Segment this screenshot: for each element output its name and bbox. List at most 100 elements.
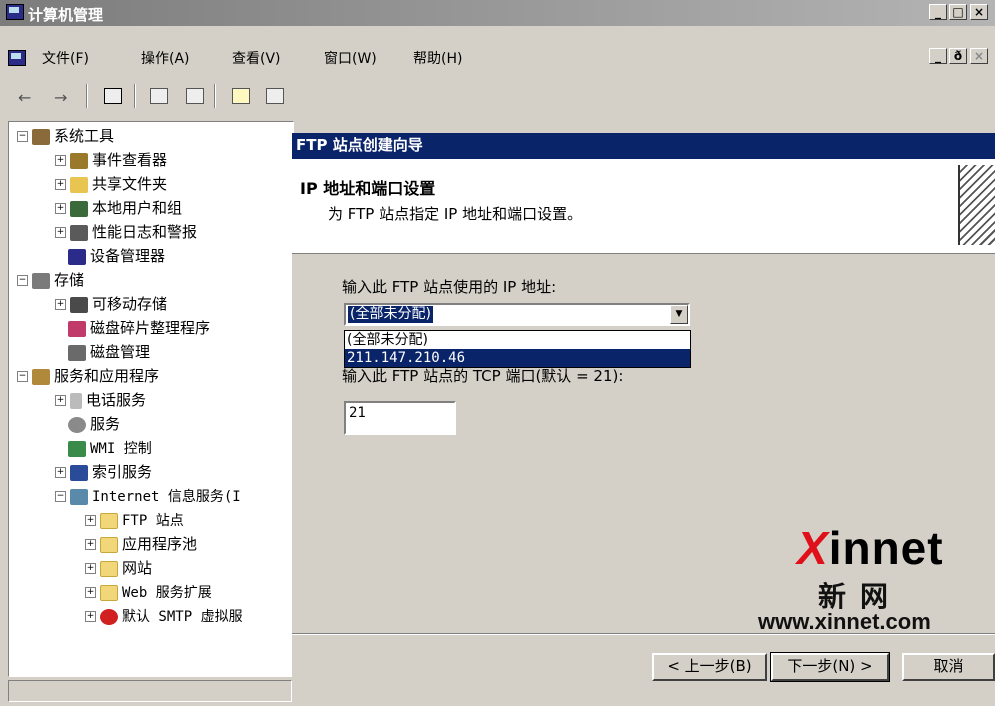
users-groups-icon [70, 200, 88, 217]
services-icon [68, 416, 86, 433]
wizard-header-title: IP 地址和端口设置 [300, 179, 436, 198]
wizard-title-bar[interactable]: FTP 站点创建向导 [292, 133, 995, 159]
folder-icon [100, 584, 118, 601]
tree-item-services[interactable]: 服务 [68, 413, 120, 437]
tcp-port-label: 输入此 FTP 站点的 TCP 端口(默认 = 21): [342, 367, 624, 385]
expand-icon[interactable]: + [85, 611, 96, 622]
back-button[interactable]: < 上一步(B) [652, 653, 767, 681]
window-title-bar[interactable]: 计算机管理 _ □ × [0, 0, 995, 26]
menu-help[interactable]: 帮助(H) [413, 48, 462, 68]
tree-item-indexing-service[interactable]: + 索引服务 [55, 461, 152, 485]
tree-item-storage[interactable]: − 存储 [17, 269, 84, 293]
chevron-down-icon[interactable]: ▼ [670, 305, 688, 324]
tree-item-label: 事件查看器 [92, 151, 168, 169]
tree-item-label: 系统工具 [54, 127, 115, 145]
tree-item-ftp-sites[interactable]: + FTP 站点 [85, 509, 184, 533]
console-menu-icon[interactable] [8, 50, 26, 66]
show-hide-tree-icon[interactable] [104, 88, 122, 104]
expand-icon[interactable]: + [55, 467, 66, 478]
maximize-button[interactable]: □ [949, 4, 967, 20]
tree-item-system-tools[interactable]: − 系统工具 [17, 125, 114, 149]
removable-storage-icon [70, 296, 88, 313]
properties-icon[interactable] [150, 88, 168, 104]
tree-item-label: 存储 [54, 271, 85, 289]
tree-item-local-users[interactable]: + 本地用户和组 [55, 197, 182, 221]
ip-option-all-unassigned[interactable]: (全部未分配) [345, 331, 690, 349]
mdi-close-button[interactable]: × [970, 48, 988, 64]
tree-item-performance-logs[interactable]: + 性能日志和警报 [55, 221, 197, 245]
close-button[interactable]: × [970, 4, 988, 20]
expand-icon[interactable]: + [55, 179, 66, 190]
collapse-icon[interactable]: − [17, 371, 28, 382]
tree-item-label: 本地用户和组 [92, 199, 183, 217]
tree-item-telephony[interactable]: + 电话服务 [55, 389, 146, 413]
expand-icon[interactable]: + [85, 587, 96, 598]
indexing-service-icon [70, 464, 88, 481]
menu-action[interactable]: 操作(A) [141, 48, 190, 68]
tree-item-iis[interactable]: − Internet 信息服务(I [55, 485, 241, 509]
tree-item-app-pools[interactable]: + 应用程序池 [85, 533, 197, 557]
expand-icon[interactable]: + [55, 395, 66, 406]
tree-item-shared-folders[interactable]: + 共享文件夹 [55, 173, 167, 197]
tree-item-disk-management[interactable]: 磁盘管理 [68, 341, 150, 365]
ip-address-label: 输入此 FTP 站点使用的 IP 地址: [342, 278, 557, 296]
tree-item-event-viewer[interactable]: + 事件查看器 [55, 149, 167, 173]
tree-item-label: 服务和应用程序 [54, 367, 160, 385]
tree-item-device-manager[interactable]: 设备管理器 [68, 245, 165, 269]
tree-item-label: Internet 信息服务(I [92, 489, 241, 505]
wizard-title: FTP 站点创建向导 [296, 136, 423, 154]
collapse-icon[interactable]: − [17, 275, 28, 286]
wizard-header-icon [958, 165, 995, 245]
tree-item-websites[interactable]: + 网站 [85, 557, 152, 581]
tree-item-label: 磁盘管理 [90, 343, 151, 361]
tree-item-label: 服务 [90, 415, 121, 433]
console-icon[interactable] [266, 88, 284, 104]
tree-item-web-service-ext[interactable]: + Web 服务扩展 [85, 581, 212, 605]
ip-address-selected-value: (全部未分配) [348, 306, 433, 323]
tree-item-label: 默认 SMTP 虚拟服 [122, 609, 243, 625]
folder-icon [100, 512, 118, 529]
folder-icon [100, 560, 118, 577]
expand-icon[interactable]: + [85, 539, 96, 550]
mdi-restore-button[interactable]: ð [949, 48, 967, 64]
status-bar [8, 680, 292, 702]
defragmenter-icon [68, 320, 86, 337]
ip-address-dropdown-list[interactable]: (全部未分配) 211.147.210.46 [344, 330, 691, 368]
tree-item-services-apps[interactable]: − 服务和应用程序 [17, 365, 159, 389]
tree-item-wmi-control[interactable]: WMI 控制 [68, 437, 152, 461]
tree-item-label: 电话服务 [86, 391, 147, 409]
expand-icon[interactable]: + [85, 515, 96, 526]
expand-icon[interactable]: + [55, 227, 66, 238]
back-arrow-icon[interactable]: ← [18, 88, 31, 107]
minimize-button[interactable]: _ [929, 4, 947, 20]
ip-address-combobox[interactable]: (全部未分配) ▼ [344, 303, 690, 326]
iis-icon [70, 488, 88, 505]
mdi-minimize-button[interactable]: _ [929, 48, 947, 64]
expand-icon[interactable]: + [55, 299, 66, 310]
smtp-server-icon [100, 608, 118, 625]
xinnet-url: www.xinnet.com [758, 609, 931, 634]
menu-file[interactable]: 文件(F) [42, 48, 89, 68]
collapse-icon[interactable]: − [17, 131, 28, 142]
menu-view[interactable]: 查看(V) [232, 48, 281, 68]
tcp-port-input[interactable]: 21 [344, 401, 456, 435]
next-button[interactable]: 下一步(N) > [770, 652, 890, 682]
folder-icon [100, 536, 118, 553]
ip-option-211-147-210-46[interactable]: 211.147.210.46 [345, 349, 690, 367]
forward-arrow-icon[interactable]: → [54, 88, 67, 107]
expand-icon[interactable]: + [55, 155, 66, 166]
expand-icon[interactable]: + [55, 203, 66, 214]
console-tree[interactable]: − 系统工具 + 事件查看器 + 共享文件夹 + 本地用户和组 + 性能日志和警报 设备管… [8, 121, 294, 677]
ftp-site-wizard: FTP 站点创建向导 IP 地址和端口设置 为 FTP 站点指定 IP 地址和端… [292, 133, 995, 706]
performance-logs-icon [70, 224, 88, 241]
export-list-icon[interactable] [186, 88, 204, 104]
tree-item-defragmenter[interactable]: 磁盘碎片整理程序 [68, 317, 210, 341]
menu-window[interactable]: 窗口(W) [324, 48, 377, 68]
tree-item-removable-storage[interactable]: + 可移动存储 [55, 293, 167, 317]
help-icon[interactable] [232, 88, 250, 104]
system-tools-icon [32, 128, 50, 145]
cancel-button[interactable]: 取消 [902, 653, 995, 681]
tree-item-default-smtp[interactable]: + 默认 SMTP 虚拟服 [85, 605, 243, 629]
expand-icon[interactable]: + [85, 563, 96, 574]
collapse-icon[interactable]: − [55, 491, 66, 502]
